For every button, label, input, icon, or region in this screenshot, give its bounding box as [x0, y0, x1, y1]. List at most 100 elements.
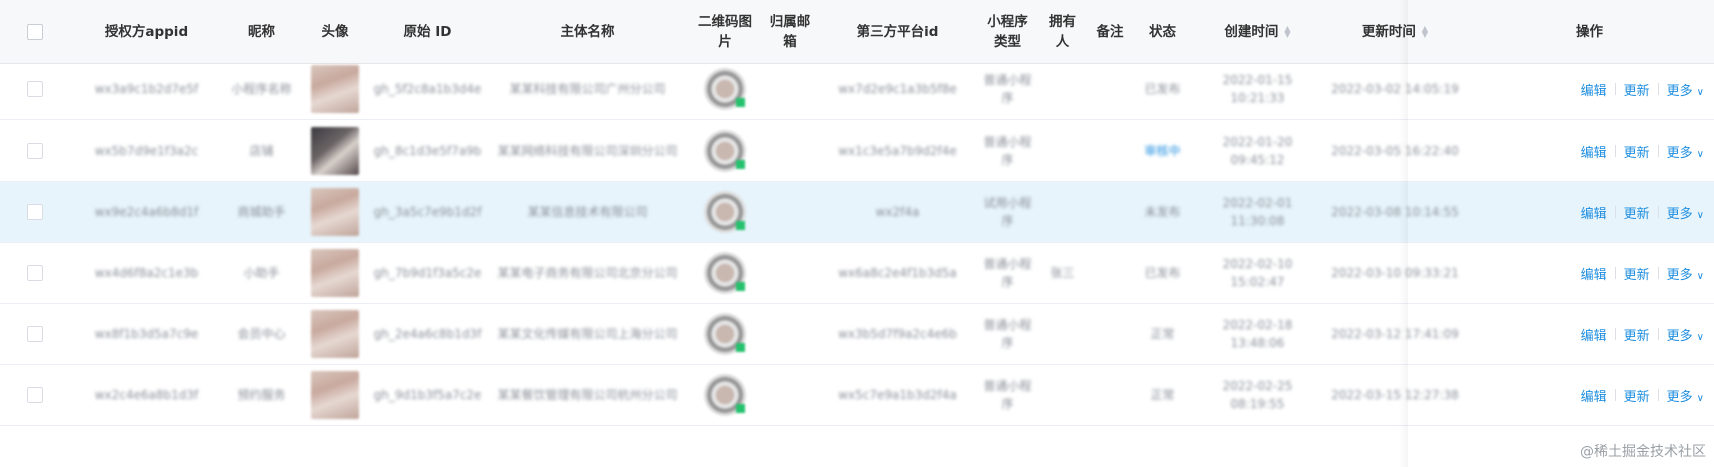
original-id-cell: gh_9d1b3f5a7c2e — [373, 388, 482, 402]
original-id-cell: gh_7b9d1f3a5c2e — [373, 266, 482, 280]
more-label: 更多 — [1666, 206, 1693, 222]
update-button[interactable]: 更新 — [1624, 80, 1650, 99]
type-cell: 普通小程序 — [983, 135, 1032, 167]
watermark: @稀土掘金技术社区 — [1580, 444, 1706, 460]
update-button[interactable]: 更新 — [1624, 142, 1650, 161]
row-select-cell[interactable] — [0, 121, 70, 181]
more-dropdown[interactable]: 更多 ∨ — [1667, 264, 1704, 283]
row-checkbox[interactable] — [27, 143, 43, 159]
col-mailbox: 归属邮箱 — [769, 13, 811, 50]
update-button[interactable]: 更新 — [1624, 203, 1650, 222]
select-all-checkbox[interactable] — [27, 23, 43, 40]
row-checkbox[interactable] — [27, 387, 43, 403]
more-dropdown[interactable]: 更多 ∨ — [1667, 80, 1704, 99]
qr-code-image[interactable] — [704, 374, 746, 416]
action-divider — [1657, 328, 1659, 340]
more-dropdown[interactable]: 更多 ∨ — [1667, 325, 1704, 344]
nickname-cell: 店铺 — [249, 144, 274, 158]
more-label: 更多 — [1666, 145, 1693, 161]
more-label: 更多 — [1666, 328, 1693, 344]
row-checkbox[interactable] — [27, 326, 43, 342]
table-header: 授权方appid 昵称 头像 原始 ID 主体名称 二维码图片 归属邮箱 第三方… — [0, 0, 1714, 64]
created-cell: 2022-02-10 15:02:47 — [1222, 257, 1293, 289]
edit-button[interactable]: 编辑 — [1581, 203, 1607, 222]
table-row[interactable]: wx9e2c4a6b8d1f 商城助手 gh_3a5c7e9b1d2f 某某信息… — [0, 182, 1714, 243]
nickname-cell: 会员中心 — [237, 327, 286, 341]
row-select-cell[interactable] — [0, 365, 70, 425]
action-divider — [1657, 267, 1659, 279]
col-platform-id: 第三方平台id — [856, 23, 939, 40]
edit-button[interactable]: 编辑 — [1581, 264, 1607, 283]
table-row[interactable]: wx5b7d9e1f3a2c 店铺 gh_8c1d3e5f7a9b 某某网络科技… — [0, 121, 1714, 182]
col-actions: 操作 — [1576, 23, 1603, 40]
row-checkbox[interactable] — [27, 265, 43, 281]
edit-button[interactable]: 编辑 — [1581, 325, 1607, 344]
status-cell: 未发布 — [1144, 205, 1181, 219]
table-row[interactable]: wx2c4e6a8b1d3f 预约服务 gh_9d1b3f5a7c2e 某某餐饮… — [0, 365, 1714, 426]
edit-button[interactable]: 编辑 — [1581, 80, 1607, 99]
appid-cell: wx8f1b3d5a7c9e — [94, 327, 199, 341]
table-row[interactable]: wx3a9c1b2d7e5f 小程序名称 gh_5f2c8a1b3d4e 某某科… — [0, 59, 1714, 120]
col-updated[interactable]: 更新时间 ▲ ▼ — [1325, 0, 1465, 63]
edit-button[interactable]: 编辑 — [1581, 386, 1607, 405]
action-divider — [1614, 267, 1616, 279]
appid-cell: wx2c4e6a8b1d3f — [94, 388, 199, 402]
col-type: 小程序类型 — [987, 13, 1028, 50]
col-nickname: 昵称 — [248, 23, 275, 40]
row-select-cell[interactable] — [0, 182, 70, 242]
more-label: 更多 — [1666, 83, 1693, 99]
qr-code-image[interactable] — [704, 191, 746, 233]
qr-code-image[interactable] — [704, 313, 746, 355]
sort-icon[interactable]: ▲ ▼ — [1422, 24, 1428, 38]
row-select-cell[interactable] — [0, 304, 70, 364]
select-all-cell[interactable] — [0, 0, 70, 63]
status-cell: 审核中 — [1144, 144, 1181, 158]
edit-button[interactable]: 编辑 — [1581, 142, 1607, 161]
qr-code-image[interactable] — [704, 68, 746, 110]
miniprogram-table: 授权方appid 昵称 头像 原始 ID 主体名称 二维码图片 归属邮箱 第三方… — [0, 0, 1714, 467]
appid-cell: wx5b7d9e1f3a2c — [94, 144, 199, 158]
updated-cell: 2022-03-15 12:27:38 — [1331, 388, 1459, 402]
type-cell: 试用小程序 — [983, 196, 1032, 228]
platform-id-cell: wx7d2e9c1a3b5f8e — [838, 82, 957, 96]
subject-cell: 某某信息技术有限公司 — [527, 205, 648, 219]
action-divider — [1614, 83, 1616, 95]
row-select-cell[interactable] — [0, 59, 70, 119]
avatar-image — [311, 249, 359, 297]
row-actions: 编辑 更新 更多 ∨ — [1465, 59, 1714, 119]
chevron-down-icon: ∨ — [1696, 86, 1704, 98]
action-divider — [1614, 145, 1616, 157]
action-divider — [1657, 83, 1659, 95]
chevron-down-icon: ∨ — [1696, 392, 1704, 404]
subject-cell: 某某科技有限公司广州分公司 — [509, 82, 666, 96]
row-actions: 编辑 更新 更多 ∨ — [1465, 182, 1714, 242]
more-dropdown[interactable]: 更多 ∨ — [1667, 203, 1704, 222]
col-subject: 主体名称 — [560, 23, 615, 40]
table-row[interactable]: wx8f1b3d5a7c9e 会员中心 gh_2e4a6c8b1d3f 某某文化… — [0, 304, 1714, 365]
platform-id-cell: wx1c3e5a7b9d2f4e — [838, 144, 957, 158]
created-cell: 2022-02-01 11:30:08 — [1222, 196, 1293, 228]
avatar-image — [311, 310, 359, 358]
qr-code-image[interactable] — [704, 130, 746, 172]
created-cell: 2022-01-15 10:21:33 — [1222, 73, 1293, 105]
col-created-label: 创建时间 — [1224, 23, 1279, 40]
row-select-cell[interactable] — [0, 243, 70, 303]
original-id-cell: gh_2e4a6c8b1d3f — [373, 327, 482, 341]
col-created[interactable]: 创建时间 ▲ ▼ — [1190, 0, 1325, 63]
row-checkbox[interactable] — [27, 81, 43, 97]
row-actions: 编辑 更新 更多 ∨ — [1465, 365, 1714, 425]
row-checkbox[interactable] — [27, 204, 43, 220]
update-button[interactable]: 更新 — [1624, 325, 1650, 344]
more-dropdown[interactable]: 更多 ∨ — [1667, 142, 1704, 161]
chevron-down-icon: ∨ — [1696, 148, 1704, 160]
update-button[interactable]: 更新 — [1624, 264, 1650, 283]
table-row[interactable]: wx4d6f8a2c1e3b 小助手 gh_7b9d1f3a5c2e 某某电子商… — [0, 243, 1714, 304]
status-cell: 已发布 — [1144, 266, 1181, 280]
more-dropdown[interactable]: 更多 ∨ — [1667, 386, 1704, 405]
appid-cell: wx9e2c4a6b8d1f — [94, 205, 199, 219]
update-button[interactable]: 更新 — [1624, 386, 1650, 405]
appid-cell: wx4d6f8a2c1e3b — [94, 266, 199, 280]
qr-code-image[interactable] — [704, 252, 746, 294]
sort-icon[interactable]: ▲ ▼ — [1284, 24, 1290, 38]
subject-cell: 某某电子商务有限公司北京分公司 — [497, 266, 678, 280]
